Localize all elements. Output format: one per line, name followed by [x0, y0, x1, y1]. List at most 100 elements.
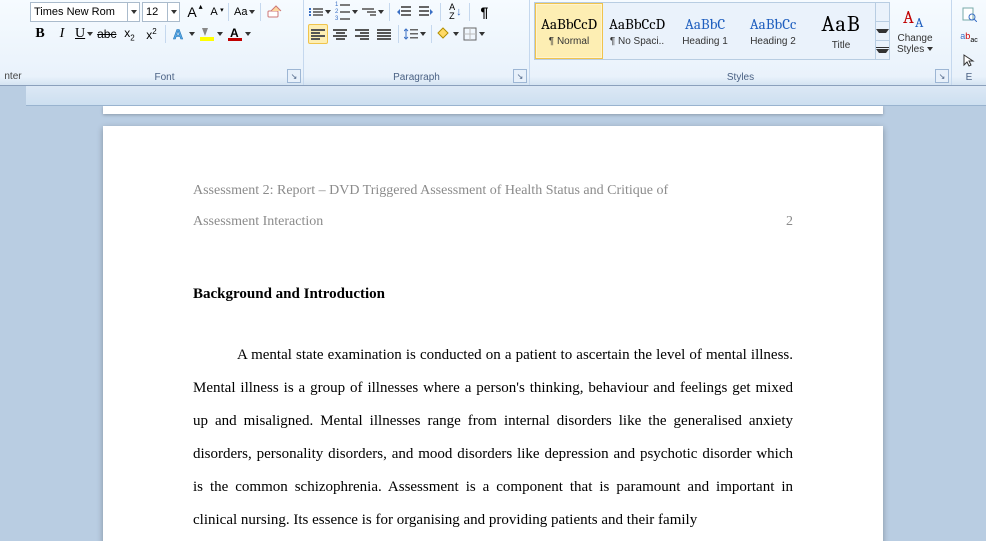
horizontal-ruler[interactable] [26, 86, 986, 106]
strikethrough-icon: abc [97, 27, 116, 41]
increase-indent-button[interactable] [416, 2, 436, 22]
shrink-font-button[interactable]: A▾ [204, 2, 224, 22]
underline-button[interactable]: U [74, 24, 94, 44]
line-spacing-icon [404, 27, 418, 41]
italic-button[interactable]: I [52, 24, 72, 44]
sort-icon: AZ [449, 3, 455, 21]
doc-heading: Background and Introduction [193, 278, 793, 311]
decrease-indent-icon [397, 6, 411, 18]
font-family-combo[interactable] [30, 2, 140, 22]
italic-icon: I [60, 26, 65, 42]
page[interactable]: Assessment 2: Report – DVD Triggered Ass… [103, 126, 883, 541]
ribbon-left-stub: nter [0, 0, 26, 85]
painter-label-fragment: nter [0, 71, 26, 85]
style-title[interactable]: AaB Title [807, 3, 875, 59]
header-page-number: 2 [786, 207, 793, 238]
multilevel-list-button[interactable] [361, 2, 385, 22]
find-icon [961, 6, 977, 22]
text-effects-icon: A [171, 26, 187, 42]
style-label: ¶ No Spaci.. [610, 36, 664, 47]
show-marks-button[interactable]: ¶ [474, 2, 494, 22]
align-center-icon [333, 29, 347, 40]
numbering-icon: 123 [335, 2, 350, 22]
group-editing-title: E [956, 71, 982, 85]
decrease-indent-button[interactable] [394, 2, 414, 22]
style-normal[interactable]: AaBbCcD ¶ Normal [535, 3, 603, 59]
group-paragraph-title: Paragraph [308, 71, 525, 85]
borders-icon [463, 27, 477, 41]
text-effects-button[interactable]: A [170, 24, 196, 44]
strikethrough-button[interactable]: abc [96, 24, 117, 44]
group-font: A▴ A▾ Aa B I U abc x2 x2 A [26, 0, 304, 85]
change-styles-button[interactable]: AA Change Styles [894, 2, 936, 58]
group-styles: AaBbCcD ¶ Normal AaBbCcD ¶ No Spaci.. Aa… [530, 0, 952, 85]
ruler-area [0, 86, 986, 106]
svg-text:A: A [915, 14, 924, 31]
page-header: Assessment 2: Report – DVD Triggered Ass… [193, 176, 793, 238]
font-size-dropdown[interactable] [167, 3, 179, 21]
replace-button[interactable]: abac [956, 27, 982, 47]
gallery-scroll-down[interactable] [876, 22, 889, 41]
align-center-button[interactable] [330, 24, 350, 44]
document-area[interactable]: Assessment 2: Report – DVD Triggered Ass… [0, 106, 986, 541]
font-family-dropdown[interactable] [127, 3, 139, 21]
font-dialog-launcher[interactable]: ↘ [287, 69, 301, 83]
align-right-icon [355, 29, 369, 40]
select-button[interactable] [956, 50, 982, 70]
svg-text:A: A [903, 7, 914, 28]
group-paragraph: 123 AZ↓ ¶ Paragraph [304, 0, 530, 85]
document-body[interactable]: Background and Introduction A mental sta… [193, 278, 793, 537]
svg-text:A: A [230, 26, 239, 40]
justify-button[interactable] [374, 24, 394, 44]
grow-font-button[interactable]: A▴ [182, 2, 202, 22]
style-preview: AaBbCc [750, 15, 797, 33]
align-right-button[interactable] [352, 24, 372, 44]
doc-paragraph: A mental state examination is conducted … [193, 339, 793, 537]
style-label: ¶ Normal [549, 36, 589, 47]
replace-icon: abac [960, 31, 977, 44]
underline-icon: U [75, 26, 85, 42]
increase-indent-icon [419, 6, 433, 18]
change-case-button[interactable]: Aa [233, 2, 256, 22]
header-line2: Assessment Interaction [193, 207, 323, 238]
change-styles-label: Change Styles [895, 33, 935, 55]
select-icon [962, 53, 976, 67]
font-color-button[interactable]: A [226, 24, 252, 44]
paragraph-dialog-launcher[interactable]: ↘ [513, 69, 527, 83]
style-heading2[interactable]: AaBbCc Heading 2 [739, 3, 807, 59]
font-size-input[interactable] [143, 3, 167, 21]
justify-icon [377, 29, 391, 40]
gallery-scroll-up[interactable] [876, 3, 889, 22]
bold-icon: B [35, 26, 44, 42]
style-no-spacing[interactable]: AaBbCcD ¶ No Spaci.. [603, 3, 671, 59]
bullets-button[interactable] [308, 2, 332, 22]
sort-button[interactable]: AZ↓ [445, 2, 465, 22]
find-button[interactable] [956, 4, 982, 24]
bold-button[interactable]: B [30, 24, 50, 44]
subscript-button[interactable]: x2 [119, 24, 139, 44]
change-styles-icon: AA [901, 5, 929, 31]
subscript-icon: x2 [124, 26, 134, 42]
borders-button[interactable] [462, 24, 486, 44]
align-left-button[interactable] [308, 24, 328, 44]
style-gallery[interactable]: AaBbCcD ¶ Normal AaBbCcD ¶ No Spaci.. Aa… [534, 2, 890, 60]
shading-button[interactable] [436, 24, 460, 44]
style-heading1[interactable]: AaBbC Heading 1 [671, 3, 739, 59]
style-label: Heading 2 [750, 36, 796, 47]
clear-formatting-button[interactable] [265, 2, 285, 22]
highlight-button[interactable] [198, 24, 224, 44]
eraser-icon [267, 5, 283, 19]
grow-font-icon: A▴ [187, 4, 196, 20]
gallery-scroll [875, 3, 889, 59]
ribbon: nter A▴ A▾ Aa [0, 0, 986, 86]
styles-dialog-launcher[interactable]: ↘ [935, 69, 949, 83]
line-spacing-button[interactable] [403, 24, 427, 44]
shrink-font-icon: A▾ [210, 6, 217, 18]
font-family-input[interactable] [31, 3, 127, 21]
shading-icon [437, 27, 451, 41]
superscript-button[interactable]: x2 [141, 24, 161, 44]
numbering-button[interactable]: 123 [334, 2, 359, 22]
font-size-combo[interactable] [142, 2, 180, 22]
style-preview: AaBbCcD [541, 15, 597, 33]
gallery-more[interactable] [876, 41, 889, 59]
